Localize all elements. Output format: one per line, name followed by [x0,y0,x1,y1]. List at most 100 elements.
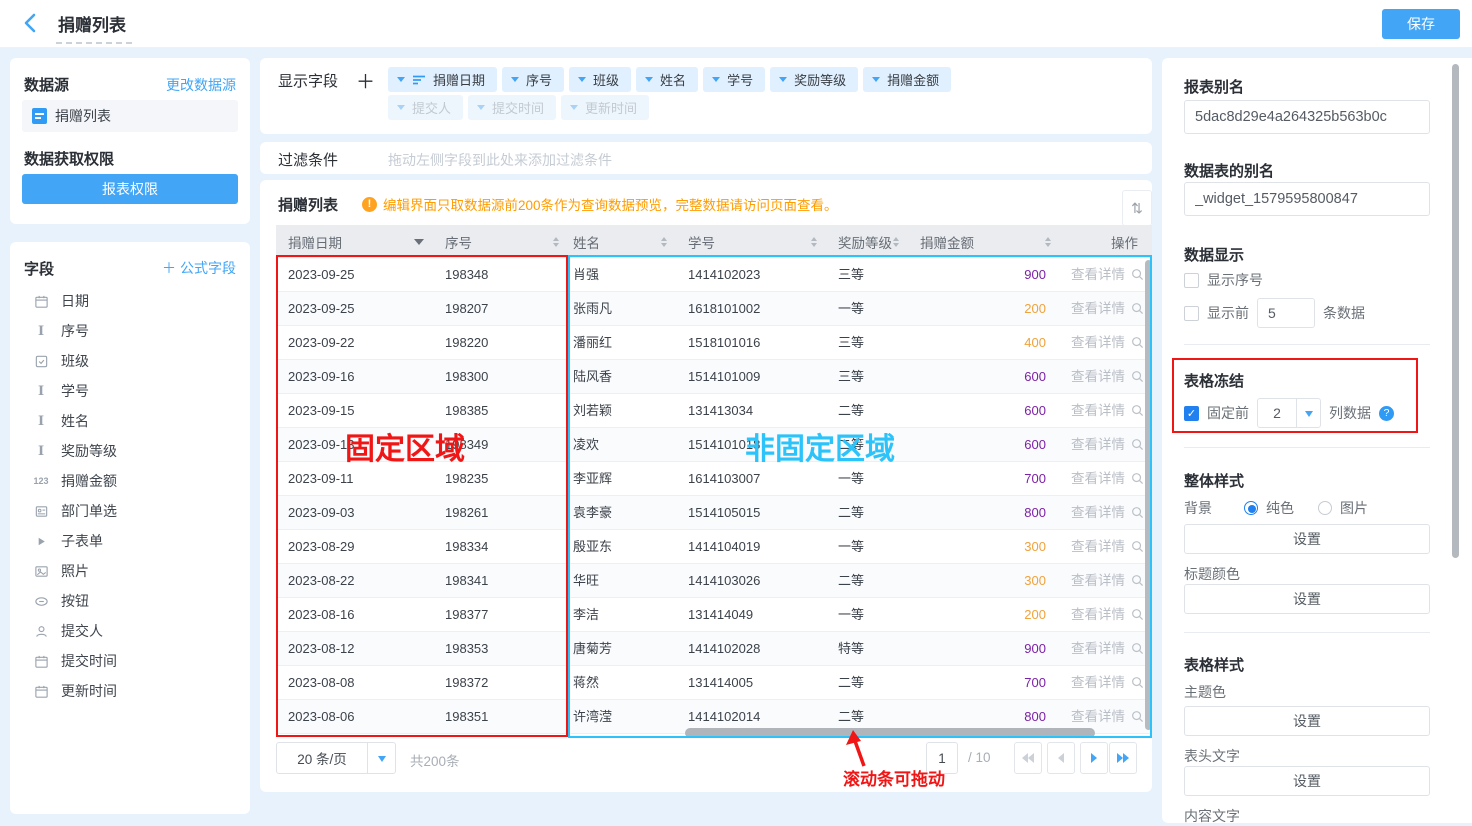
view-details-link[interactable]: 查看详情 [1071,666,1125,699]
last-page-button[interactable] [1109,742,1137,774]
magnifier-icon[interactable] [1131,302,1144,315]
change-datasource-link[interactable]: 更改数据源 [166,75,236,95]
vertical-scrollbar[interactable] [1145,260,1152,730]
magnifier-icon[interactable] [1131,370,1144,383]
sidebar-field-item[interactable]: 更新时间 [22,676,242,706]
display-field-chip[interactable]: 班级 [569,67,631,92]
view-details-link[interactable]: 查看详情 [1071,292,1125,325]
back-icon[interactable] [24,13,36,38]
view-details-link[interactable]: 查看详情 [1071,394,1125,427]
panel-scrollbar[interactable] [1452,64,1459,558]
cell-action: 查看详情 [1060,632,1152,665]
sidebar-field-item[interactable]: 班级 [22,346,242,376]
caret-down-icon [553,243,559,250]
formula-field-link[interactable]: ＋公式字段 [162,258,236,278]
sidebar-field-item[interactable]: 部门单选 [22,496,242,526]
page-title[interactable]: 捐赠列表 [56,11,132,44]
magnifier-icon[interactable] [1131,642,1144,655]
table-alias-input[interactable] [1184,182,1430,216]
column-header-2[interactable]: 序号 [433,225,568,258]
cell-name: 潘丽红 [568,326,676,359]
column-header-3[interactable]: 姓名 [568,225,676,258]
display-field-chip[interactable]: 序号 [502,67,564,92]
report-permission-button[interactable]: 报表权限 [22,174,238,204]
show-first-checkbox[interactable] [1184,306,1199,321]
show-serial-checkbox[interactable] [1184,273,1199,288]
magnifier-icon[interactable] [1131,268,1144,281]
page-size-select[interactable]: 20 条/页 [276,742,396,774]
title-color-set-button[interactable]: 设置 [1184,584,1430,614]
sidebar-field-item[interactable]: I学号 [22,376,242,406]
display-field-chip[interactable]: 提交人 [388,95,463,120]
report-alias-input[interactable] [1184,100,1430,134]
header-text-set-button[interactable]: 设置 [1184,766,1430,796]
view-details-link[interactable]: 查看详情 [1071,598,1125,631]
view-details-link[interactable]: 查看详情 [1071,564,1125,597]
column-header-4[interactable]: 学号 [676,225,826,258]
view-details-link[interactable]: 查看详情 [1071,428,1125,461]
view-details-link[interactable]: 查看详情 [1071,360,1125,393]
filter-dropzone[interactable]: 拖动左侧字段到此处来添加过滤条件 [388,150,612,170]
sidebar-field-item[interactable]: 照片 [22,556,242,586]
column-header-5[interactable]: 奖励等级 [826,225,908,258]
field-label: 子表单 [61,531,103,551]
sidebar-field-item[interactable]: 123捐赠金额 [22,466,242,496]
view-details-link[interactable]: 查看详情 [1071,496,1125,529]
column-header-1[interactable]: 捐赠日期 [276,225,433,258]
sidebar-field-item[interactable]: I奖励等级 [22,436,242,466]
magnifier-icon[interactable] [1131,438,1144,451]
display-field-chip[interactable]: 更新时间 [561,95,649,120]
theme-color-set-button[interactable]: 设置 [1184,706,1430,736]
column-header-6[interactable]: 捐赠金额 [908,225,1060,258]
view-details-link[interactable]: 查看详情 [1071,530,1125,563]
sidebar-field-item[interactable]: 日期 [22,286,242,316]
sidebar-field-item[interactable]: 按钮 [22,586,242,616]
sort-toggle-button[interactable]: ⇅ [1122,190,1152,226]
horizontal-scrollbar[interactable] [685,728,1095,738]
magnifier-icon[interactable] [1131,506,1144,519]
datasource-item[interactable]: 捐赠列表 [22,100,238,132]
view-details-link[interactable]: 查看详情 [1071,326,1125,359]
field-label: 序号 [61,321,89,341]
magnifier-icon[interactable] [1131,336,1144,349]
prev-page-button[interactable] [1047,742,1075,774]
first-page-button[interactable] [1014,742,1042,774]
solid-color-radio[interactable] [1244,501,1258,515]
caret-up-icon [553,234,559,241]
magnifier-icon[interactable] [1131,710,1144,723]
magnifier-icon[interactable] [1131,404,1144,417]
cell-action: 查看详情 [1060,530,1152,563]
magnifier-icon[interactable] [1131,608,1144,621]
display-field-chip[interactable]: 奖励等级 [770,67,858,92]
next-page-button[interactable] [1080,742,1108,774]
freeze-checkbox[interactable]: ✓ [1184,406,1199,421]
sidebar-field-item[interactable]: 子表单 [22,526,242,556]
help-icon[interactable]: ? [1379,406,1394,421]
sidebar-field-item[interactable]: 提交人 [22,616,242,646]
display-field-chip[interactable]: 学号 [703,67,765,92]
display-field-chip[interactable]: 提交时间 [468,95,556,120]
magnifier-icon[interactable] [1131,472,1144,485]
display-field-chip[interactable]: 捐赠金额 [863,67,951,92]
chip-label: 班级 [593,70,619,89]
display-field-chip[interactable]: 捐赠日期 [388,67,497,92]
magnifier-icon[interactable] [1131,676,1144,689]
add-field-icon[interactable]: ＋ [356,67,375,94]
show-first-count-input[interactable] [1257,298,1315,328]
magnifier-icon[interactable] [1131,574,1144,587]
title-color-label: 标题颜色 [1184,564,1240,584]
background-set-button[interactable]: 设置 [1184,524,1430,554]
display-field-chip[interactable]: 姓名 [636,67,698,92]
image-radio[interactable] [1318,501,1332,515]
sidebar-field-item[interactable]: I姓名 [22,406,242,436]
magnifier-icon[interactable] [1131,540,1144,553]
freeze-count-select[interactable]: 2 [1257,398,1321,428]
save-button[interactable]: 保存 [1382,9,1460,39]
field-label: 班级 [61,351,89,371]
sidebar-field-item[interactable]: 提交时间 [22,646,242,676]
view-details-link[interactable]: 查看详情 [1071,258,1125,291]
view-details-link[interactable]: 查看详情 [1071,632,1125,665]
view-details-link[interactable]: 查看详情 [1071,462,1125,495]
sidebar-field-item[interactable]: I序号 [22,316,242,346]
chevron-down-icon [578,77,586,86]
